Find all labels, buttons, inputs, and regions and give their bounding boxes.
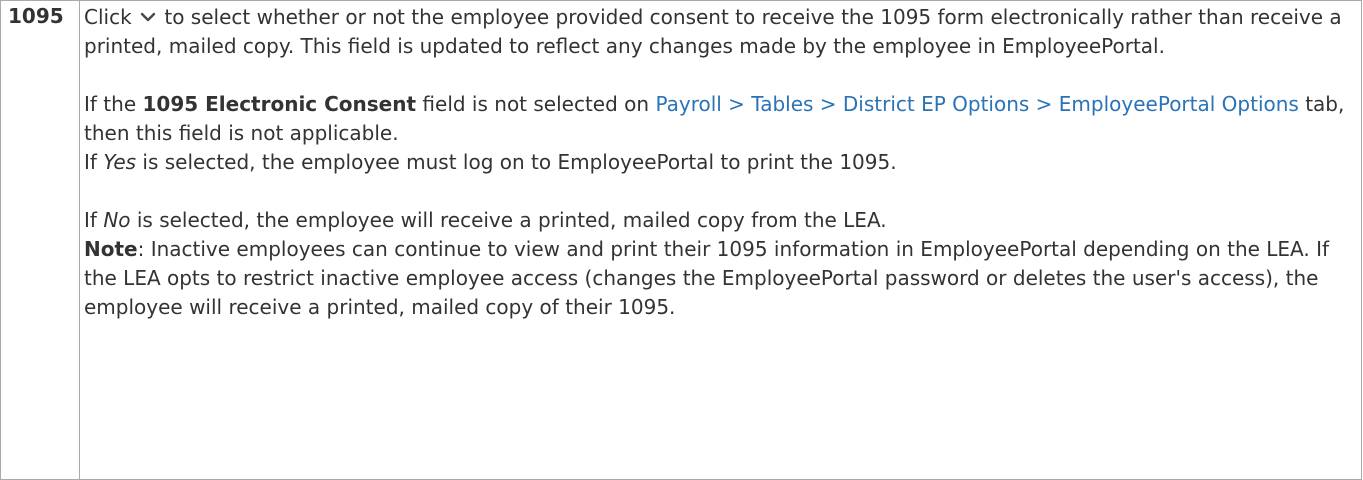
note-label: Note [84, 237, 138, 261]
yes-option: Yes [103, 150, 137, 174]
field-description-cell: Click to select whether or not the emplo… [79, 0, 1362, 480]
description-paragraph-4: If No is selected, the employee will rec… [84, 206, 1355, 235]
note-paragraph: Note: Inactive employees can continue to… [84, 235, 1355, 322]
field-name: 1095 [8, 4, 64, 28]
description-text-1: to select whether or not the employee pr… [84, 5, 1342, 58]
no-option: No [103, 208, 131, 232]
description-paragraph-2: If the 1095 Electronic Consent field is … [84, 90, 1355, 148]
table-row: 1095 Click to select whether or not the … [0, 0, 1362, 480]
note-text: : Inactive employees can continue to vie… [84, 237, 1330, 319]
description-text-4a: If [84, 208, 97, 232]
description-paragraph-3: If Yes is selected, the employee must lo… [84, 148, 1355, 177]
click-word: Click [84, 5, 132, 29]
description-text-2b: field is not selected on [422, 92, 650, 116]
description-text-4b: is selected, the employee will receive a… [136, 208, 887, 232]
description-text-3a: If [84, 150, 97, 174]
consent-field-name: 1095 Electronic Consent [142, 92, 417, 116]
description-text-2a: If the [84, 92, 137, 116]
field-description-table: 1095 Click to select whether or not the … [0, 0, 1362, 480]
chevron-down-icon [140, 11, 156, 23]
district-ep-options-link[interactable]: Payroll > Tables > District EP Options >… [655, 92, 1298, 116]
field-name-cell: 1095 [0, 0, 80, 480]
description-text-3b: is selected, the employee must log on to… [142, 150, 897, 174]
description-paragraph-1: Click to select whether or not the emplo… [84, 3, 1355, 61]
